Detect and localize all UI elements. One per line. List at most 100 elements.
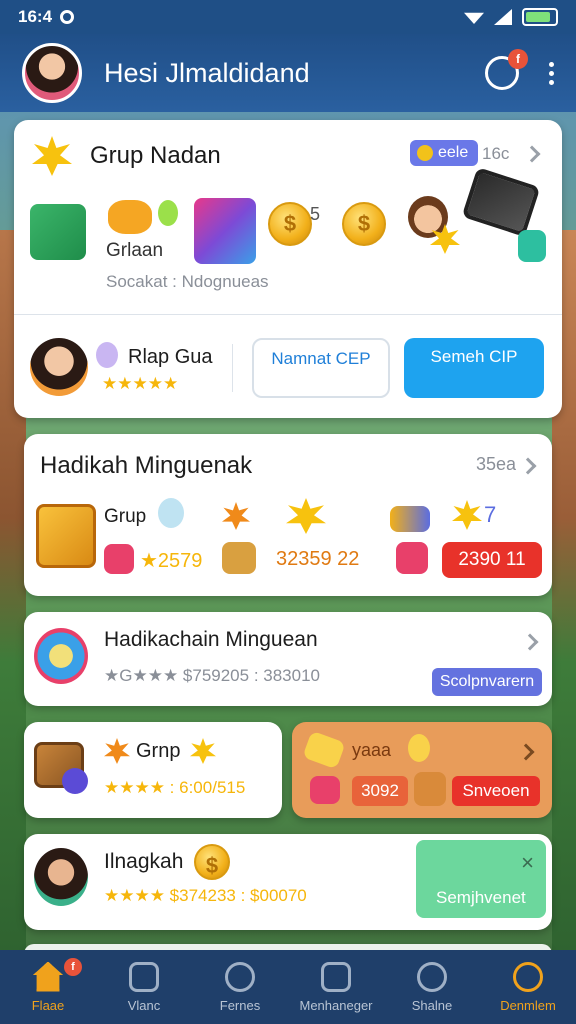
player-stars: ★★★★★ (102, 374, 179, 393)
globe-badge-icon (34, 628, 88, 684)
chevron-right-icon[interactable] (517, 743, 535, 761)
nav-label: Denmlem (500, 997, 556, 1013)
gems-icon (194, 198, 256, 264)
nav-item-home[interactable]: f Flaae (0, 950, 96, 1024)
nav-item-menhaneger[interactable]: Menhaneger (288, 950, 384, 1024)
nav-label: Vlanc (127, 997, 161, 1013)
nav-item-denmlem[interactable]: Denmlem (480, 950, 576, 1024)
notification-dot-icon (60, 10, 75, 24)
semeh-cip-button[interactable]: Semeh CIP (404, 338, 544, 398)
yaaa-card: yaaa 3092 Snveoen (292, 722, 552, 818)
signal-icon (494, 9, 512, 25)
gift-icon-2 (414, 772, 446, 806)
player-name: Rlap Gua (128, 346, 213, 368)
wifi-icon (464, 12, 484, 24)
nav-badge: f (64, 958, 82, 976)
grnp-stats: ★★★★ : 6:00/515 (104, 778, 246, 797)
orb-icon (158, 498, 184, 528)
burst-icon (32, 136, 72, 176)
ilnagkah-card: Ilnagkah ★★★★ $374233 : $00070 × Semjhve… (24, 834, 552, 930)
status-icons (464, 8, 558, 26)
reward-number: 5 (310, 204, 321, 224)
bottom-navigation: f Flaae Vlanc Fernes Menhaneger Shalne D… (0, 950, 576, 1024)
gold-bar-icon (302, 730, 346, 770)
gear-icon (417, 961, 447, 992)
page-title: Hesi Jlmaldidand (104, 57, 310, 88)
hadikachain-card: Hadikachain Minguean ★G★★★ $759205 : 383… (24, 612, 552, 706)
search-icon (513, 961, 543, 992)
bulb-icon (408, 734, 430, 762)
battery-icon (522, 8, 558, 26)
house-icon (129, 961, 159, 992)
more-menu-icon[interactable] (549, 61, 554, 85)
ilnagkah-title: Ilnagkah (104, 850, 184, 873)
yaaa-title: yaaa (352, 740, 392, 760)
chevron-right-icon[interactable] (519, 457, 537, 475)
nav-label: Fernes (219, 997, 261, 1013)
status-bar: 16:4 (0, 0, 576, 34)
nav-item-shalne[interactable]: Shalne (384, 950, 480, 1024)
namnat-cep-button[interactable]: Namnat CEP (252, 338, 390, 398)
stat-a: ★2579 (140, 550, 203, 572)
coin-icon (268, 202, 312, 246)
weekly-title: Hadikah Minguenak (40, 452, 253, 479)
gift-icon-2 (396, 542, 428, 574)
app-header: Hesi Jlmaldidand f (0, 34, 576, 112)
character-face-icon (408, 196, 448, 238)
snveoen-button[interactable]: Snveoen (452, 776, 540, 806)
ribbon-icon (390, 506, 430, 532)
close-icon[interactable]: × (521, 850, 534, 876)
scolpnvarern-button[interactable]: Scolpnvarern (432, 668, 542, 696)
chevron-right-icon[interactable] (521, 633, 539, 651)
coin-icon-2 (342, 202, 386, 246)
status-time: 16:4 (18, 7, 53, 26)
sub-text: Socakat : Ndognueas (106, 272, 269, 291)
nav-item-fernes[interactable]: Fernes (192, 950, 288, 1024)
grnp-card: Grnp ★★★★ : 6:00/515 (24, 722, 282, 818)
weekly-card: Hadikah Minguenak 35ea Grup 7 ★2579 3235… (24, 434, 552, 596)
hadikachain-stats: ★G★★★ $759205 : 383010 (104, 666, 320, 685)
count-label: 16c (482, 144, 510, 163)
nav-label: Menhaneger (299, 997, 373, 1013)
chat-icon[interactable]: f (485, 49, 528, 90)
tablet-icon (461, 167, 541, 237)
weekly-count: 35ea (476, 454, 517, 474)
item-label: Grlaan (106, 240, 164, 261)
player-avatar[interactable] (30, 338, 88, 396)
nav-label: Flaae (31, 997, 65, 1013)
ilnagkah-stats: ★★★★ $374233 : $00070 (104, 886, 307, 905)
treasure-chest-icon (36, 504, 96, 568)
burst-icon (104, 738, 130, 764)
phone-icon (518, 230, 546, 262)
gift-icon (310, 776, 340, 804)
group-title: Grup Nadan (90, 142, 221, 169)
home-icon (33, 961, 63, 992)
divider (14, 314, 562, 315)
semjhvenet-label: Semjhvenet (436, 888, 526, 907)
avatar[interactable] (22, 43, 82, 103)
camera-icon (321, 961, 351, 992)
tool-badge-icon (62, 768, 88, 794)
nav-label: Shalne (411, 997, 453, 1013)
nav-item-vlanc[interactable]: Vlanc (96, 950, 192, 1024)
gift-box-icon (30, 204, 86, 260)
star-icon (190, 738, 216, 764)
claim-button[interactable]: 2390 11 (442, 542, 542, 578)
monster-icon (108, 200, 152, 234)
coin-pill[interactable]: eele (410, 140, 479, 166)
bulb-icon (96, 342, 118, 368)
crate-icon (222, 542, 256, 574)
divider-vertical (232, 344, 233, 392)
header-actions: f (485, 49, 554, 90)
search-icon (225, 961, 255, 992)
group-card: Grup Nadan eele 16c Grlaan 5 Socakat : N… (14, 120, 562, 418)
burst-icon (222, 502, 250, 530)
grnp-title: Grnp (136, 740, 181, 762)
chevron-right-icon[interactable] (523, 145, 541, 163)
semjhvenet-button[interactable]: × Semjhvenet (416, 840, 546, 918)
star-icon (286, 498, 326, 534)
gem-green-icon (158, 200, 178, 226)
star-icon-2 (452, 500, 482, 530)
chat-badge: f (508, 49, 528, 69)
player-avatar[interactable] (34, 848, 88, 906)
